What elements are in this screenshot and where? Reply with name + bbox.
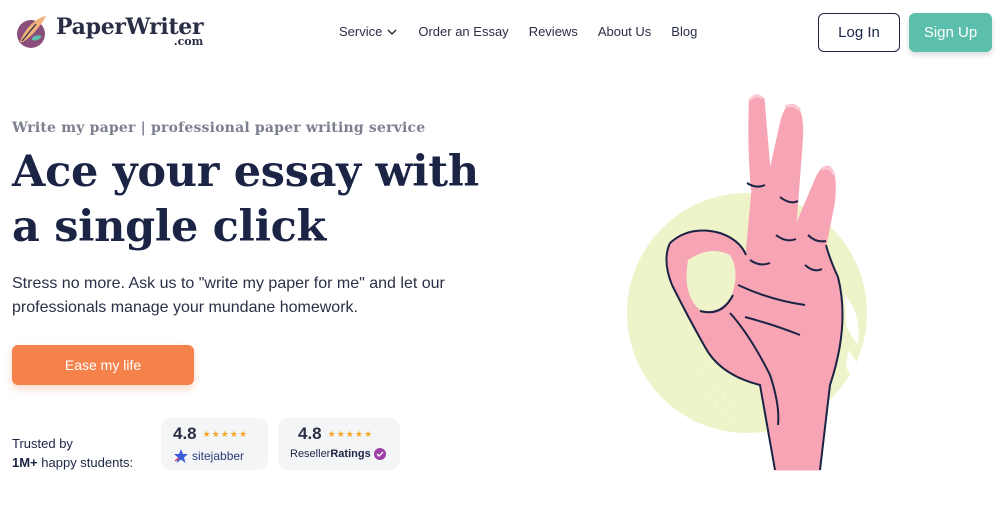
login-button[interactable]: Log In [818,13,900,52]
star-icon: ★ [220,428,229,439]
ease-my-life-button[interactable]: Ease my life [12,345,194,385]
resellerratings-brand: ResellerRatings [290,448,371,460]
star-icon: ★ [229,428,238,439]
headline-line-2: a single click [12,202,326,252]
nav-item-label: Reviews [528,24,578,39]
trusted-line-2: 1M+ happy students: [12,453,133,472]
brand-bold: Ratings [330,448,371,460]
hero-kicker: Write my paper | professional paper writ… [12,120,426,136]
site-header: PaperWriter .com Service Order an Essay … [0,0,1000,64]
nav-item-about-us[interactable]: About Us [598,24,651,39]
brand-prefix: Reseller [290,448,331,460]
star-icon: ★ [211,428,220,439]
headline-line-1: Ace your essay with [12,147,479,197]
nav-item-blog[interactable]: Blog [671,24,697,39]
sitejabber-star-icon [174,449,188,463]
main-nav: Service Order an Essay Reviews About Us … [339,24,717,39]
sitejabber-brand: sitejabber [192,449,245,463]
nav-item-label: Service [339,24,383,39]
star-rating: ★ ★ ★ ★ ★ [203,429,248,440]
user-count: 1M+ [12,455,38,470]
nav-item-order-an-essay[interactable]: Order an Essay [418,24,508,39]
ok-hand-illustration [627,94,867,471]
nav-item-label: Blog [671,24,698,39]
trusted-by-text: Trusted by 1M+ happy students: [12,434,133,472]
rating-score: 4.8 [173,424,197,443]
star-icon: ★ [327,428,336,439]
star-rating: ★ ★ ★ ★ ★ [328,429,373,440]
rating-score: 4.8 [298,424,322,443]
nav-item-label: Order an Essay [418,24,509,39]
logo-text: PaperWriter .com [56,12,204,47]
verified-check-icon [373,448,386,460]
star-icon: ★ [202,428,211,439]
logo[interactable]: PaperWriter .com [12,12,204,50]
signup-button[interactable]: Sign Up [909,13,992,52]
hero-headline: Ace your essay with a single click [12,145,492,255]
star-icon: ★ [336,428,345,439]
sitejabber-rating-card[interactable]: 4.8 ★ ★ ★ ★ ★ sitejabber [161,418,268,470]
trusted-line-2-rest: happy students: [37,455,134,470]
trusted-line-1: Trusted by [12,436,73,451]
hero-subtext: Stress no more. Ask us to "write my pape… [12,275,445,316]
nav-item-label: About Us [597,24,652,39]
star-icon: ★ [238,428,248,439]
star-icon: ★ [354,428,363,439]
nav-item-service[interactable]: Service [339,24,398,39]
quill-logo-icon [17,16,46,48]
resellerratings-rating-card[interactable]: 4.8 ★ ★ ★ ★ ★ ResellerRatings [278,418,400,470]
chevron-down-icon [387,28,397,35]
star-icon: ★ [345,428,354,439]
nav-item-reviews[interactable]: Reviews [529,24,578,39]
star-icon: ★ [363,428,373,439]
